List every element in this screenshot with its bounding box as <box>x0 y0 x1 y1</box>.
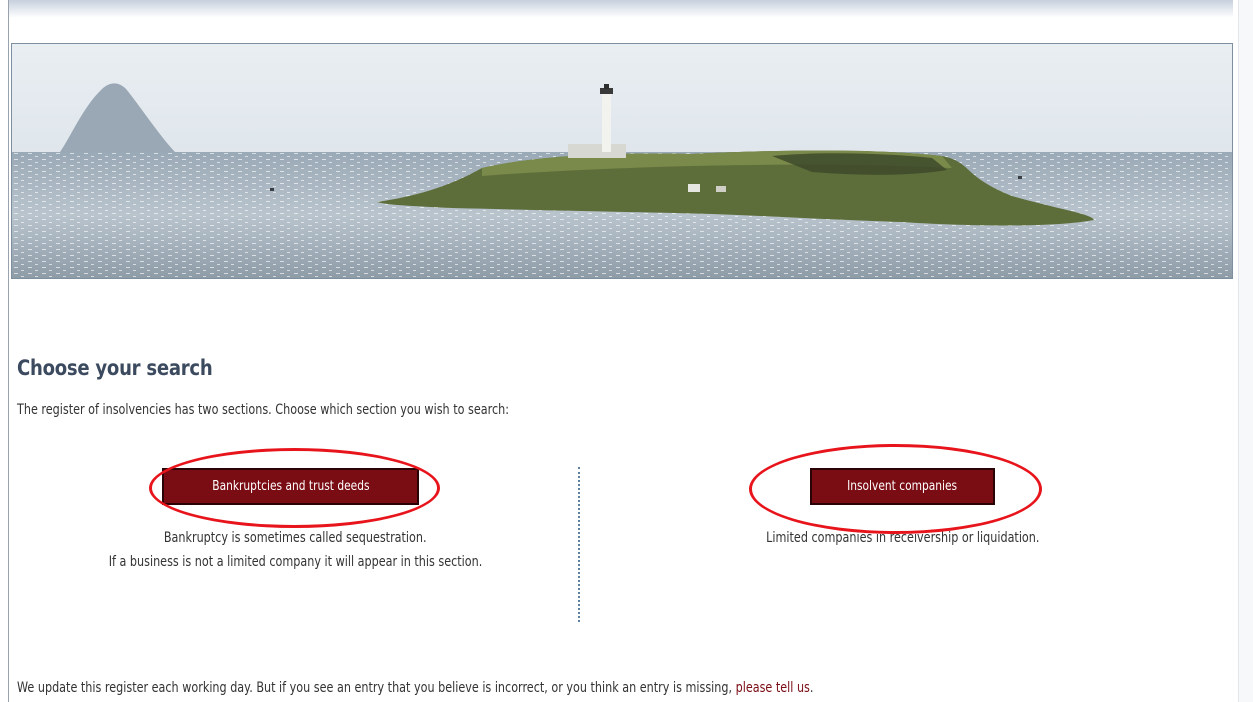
intro-text: The register of insolvencies has two sec… <box>17 402 509 418</box>
bankruptcies-button-label: Bankruptcies and trust deeds <box>211 479 370 494</box>
bankruptcies-description-line2: If a business is not a limited company i… <box>108 554 482 570</box>
footer-note: We update this register each working day… <box>17 680 813 696</box>
lighthouse-island-photo <box>12 44 1232 278</box>
companies-description-text: Limited companies in receivership or liq… <box>765 530 1040 546</box>
page: Choose your search The register of insol… <box>0 0 1253 702</box>
page-title: Choose your search <box>17 356 213 380</box>
insolvent-companies-button[interactable]: Insolvent companies <box>810 468 995 505</box>
scrollbar-track[interactable] <box>1238 0 1253 702</box>
bankruptcies-description: Bankruptcy is sometimes called sequestra… <box>40 526 550 574</box>
companies-description: Limited companies in receivership or liq… <box>660 526 1145 550</box>
bankruptcies-button[interactable]: Bankruptcies and trust deeds <box>162 468 419 505</box>
left-border <box>8 0 9 702</box>
footer-suffix: . <box>809 680 814 696</box>
footer-text: We update this register each working day… <box>17 680 736 696</box>
bankruptcies-description-line1: Bankruptcy is sometimes called sequestra… <box>163 530 427 546</box>
header-gradient-band <box>9 0 1233 18</box>
section-divider <box>578 467 580 622</box>
banner-image <box>11 43 1233 279</box>
please-tell-us-link[interactable]: please tell us <box>736 680 810 696</box>
insolvent-companies-button-label: Insolvent companies <box>847 479 958 494</box>
